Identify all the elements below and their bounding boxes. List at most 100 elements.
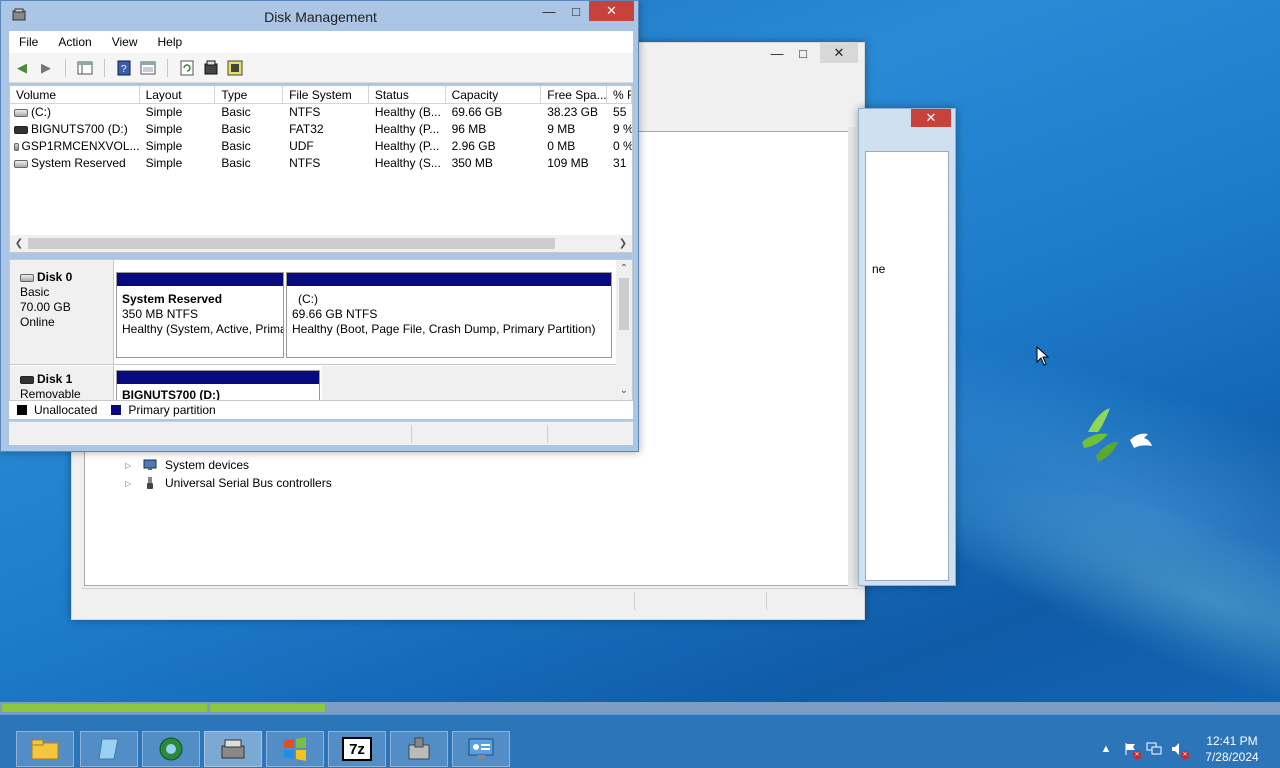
tree-item-system-devices[interactable]: ▷ System devices <box>125 458 249 472</box>
system-devices-icon <box>143 459 157 470</box>
primary-partition-band <box>287 273 611 286</box>
disk-kind: Basic <box>20 285 50 299</box>
show-hidden-icons-icon[interactable]: ▲ <box>1098 741 1114 757</box>
toolbar: ◀ ▶ ? <box>9 53 633 83</box>
expand-arrow-icon[interactable]: ▷ <box>125 479 135 488</box>
taskbar-notepad-button[interactable] <box>80 731 138 767</box>
minimize-button[interactable]: — <box>534 1 564 21</box>
volume-capacity: 350 MB <box>451 156 493 170</box>
forward-icon[interactable]: ▶ <box>37 59 55 77</box>
tree-item-usb-controllers[interactable]: ▷ Universal Serial Bus controllers <box>125 476 332 490</box>
column-header-status[interactable]: Status <box>369 86 446 103</box>
clock[interactable]: 12:41 PM 7/28/2024 <box>1194 733 1270 765</box>
horizontal-scrollbar[interactable]: ❮ ❯ <box>10 235 632 252</box>
vertical-scrollbar[interactable]: ⌃ ⌄ <box>616 260 632 400</box>
column-header-layout[interactable]: Layout <box>140 86 216 103</box>
volume-free-space: 38.23 GB <box>547 105 598 119</box>
disk-name: Disk 1 <box>37 372 73 386</box>
taskbar-installer-button[interactable] <box>390 731 448 767</box>
taskbar-file-explorer-button[interactable] <box>16 731 74 767</box>
partition-system-reserved[interactable]: System Reserved 350 MB NTFS Healthy (Sys… <box>116 272 284 358</box>
expand-arrow-icon[interactable]: ▷ <box>125 461 135 470</box>
volume-layout: Simple <box>145 156 183 170</box>
hard-drive-icon <box>14 108 28 117</box>
disk-management-titlebar[interactable]: Disk Management — □ ✕ <box>1 1 638 31</box>
scrollbar-thumb[interactable] <box>28 238 555 249</box>
taskbar-disk-management-button[interactable] <box>204 731 262 767</box>
volume-free-space: 109 MB <box>547 156 589 170</box>
tree-item-label: Universal Serial Bus controllers <box>165 476 332 490</box>
volume-muted-icon[interactable]: ✕ <box>1170 741 1189 759</box>
volume-percent-free: 31 <box>613 156 627 170</box>
volume-list-header: Volume Layout Type File System Status Ca… <box>10 86 632 104</box>
table-row[interactable]: GSP1RMCENXVOL... Simple Basic UDF Health… <box>10 138 632 155</box>
menu-help[interactable]: Help <box>148 35 193 49</box>
hard-drive-icon <box>20 273 34 282</box>
volume-capacity: 96 MB <box>451 122 487 136</box>
vertical-scrollbar[interactable] <box>848 127 856 587</box>
legend-label: Unallocated <box>34 403 98 417</box>
svg-text:?: ? <box>121 64 127 75</box>
scroll-right-icon[interactable]: ❯ <box>614 235 632 252</box>
column-header-percent-free[interactable]: % F <box>607 86 632 103</box>
show-hide-console-tree-icon[interactable] <box>76 59 94 77</box>
export-list-icon[interactable] <box>226 59 244 77</box>
refresh-icon[interactable] <box>178 59 196 77</box>
scroll-left-icon[interactable]: ❮ <box>10 235 28 252</box>
properties-icon[interactable] <box>139 59 157 77</box>
close-button[interactable]: ✕ <box>589 1 634 21</box>
maximize-button[interactable]: □ <box>788 43 818 63</box>
partition-c[interactable]: (C:) 69.66 GB NTFS Healthy (Boot, Page F… <box>286 272 612 358</box>
volume-layout: Simple <box>145 139 183 153</box>
column-header-free-space[interactable]: Free Spa... <box>541 86 608 103</box>
scroll-down-icon[interactable]: ⌄ <box>616 382 632 398</box>
volume-list[interactable]: Volume Layout Type File System Status Ca… <box>9 85 633 253</box>
file-explorer-icon <box>31 739 59 760</box>
partition-title: (C:) <box>298 292 318 306</box>
action-center-icon[interactable]: ✕ <box>1122 741 1141 759</box>
dialog-content: ne <box>865 151 949 581</box>
scroll-up-icon[interactable]: ⌃ <box>616 260 632 276</box>
taskbar-start-button[interactable] <box>266 731 324 767</box>
menu-view[interactable]: View <box>102 35 148 49</box>
maximize-button[interactable]: □ <box>561 1 591 21</box>
table-row[interactable]: (C:) Simple Basic NTFS Healthy (B... 69.… <box>10 104 632 121</box>
wallpaper-bird-logo-icon <box>1082 408 1152 462</box>
taskbar-browser-button[interactable] <box>142 731 200 767</box>
disk-name: Disk 0 <box>37 270 73 284</box>
progress-bar-2 <box>210 704 325 712</box>
menu-action[interactable]: Action <box>48 35 101 49</box>
back-icon[interactable]: ◀ <box>13 59 31 77</box>
help-icon[interactable]: ? <box>115 59 133 77</box>
disk-0-label[interactable]: Disk 0 Basic 70.00 GB Online <box>10 260 114 364</box>
close-button[interactable]: ✕ <box>820 43 858 63</box>
volume-file-system: NTFS <box>289 156 321 170</box>
control-panel-icon <box>468 738 494 759</box>
disk-graphical-view[interactable]: Disk 0 Basic 70.00 GB Online System Rese… <box>9 259 633 401</box>
partition-bignuts700[interactable]: BIGNUTS700 (D:) <box>116 370 320 400</box>
system-tray: ▲ ✕ ✕ 12:41 PM 7/28/2024 <box>1098 729 1280 768</box>
column-header-file-system[interactable]: File System <box>283 86 369 103</box>
legend: Unallocated Primary partition <box>9 401 633 419</box>
table-row[interactable]: BIGNUTS700 (D:) Simple Basic FAT32 Healt… <box>10 121 632 138</box>
column-header-volume[interactable]: Volume <box>10 86 140 103</box>
scrollbar-thumb[interactable] <box>619 278 629 330</box>
volume-type: Basic <box>221 156 251 170</box>
volume-layout: Simple <box>145 105 183 119</box>
column-header-capacity[interactable]: Capacity <box>446 86 542 103</box>
taskbar-7zip-button[interactable]: 7z <box>328 731 386 767</box>
network-icon[interactable] <box>1146 741 1162 757</box>
column-header-type[interactable]: Type <box>215 86 284 103</box>
rescan-icon[interactable] <box>202 59 220 77</box>
taskbar: 7z ▲ ✕ ✕ 12:41 PM 7/28/2024 <box>0 714 1280 768</box>
table-row[interactable]: System Reserved Simple Basic NTFS Health… <box>10 155 632 172</box>
taskbar-control-panel-button[interactable] <box>452 731 510 767</box>
disk-1-label[interactable]: Disk 1 Removable <box>10 366 114 400</box>
legend-swatch-primary <box>111 405 122 415</box>
volume-name: System Reserved <box>31 156 126 170</box>
menu-file[interactable]: File <box>9 35 48 49</box>
volume-percent-free: 0 % <box>613 139 632 153</box>
cd-drive-icon <box>14 142 19 151</box>
close-button[interactable]: ✕ <box>911 109 951 127</box>
volume-capacity: 69.66 GB <box>451 105 503 119</box>
